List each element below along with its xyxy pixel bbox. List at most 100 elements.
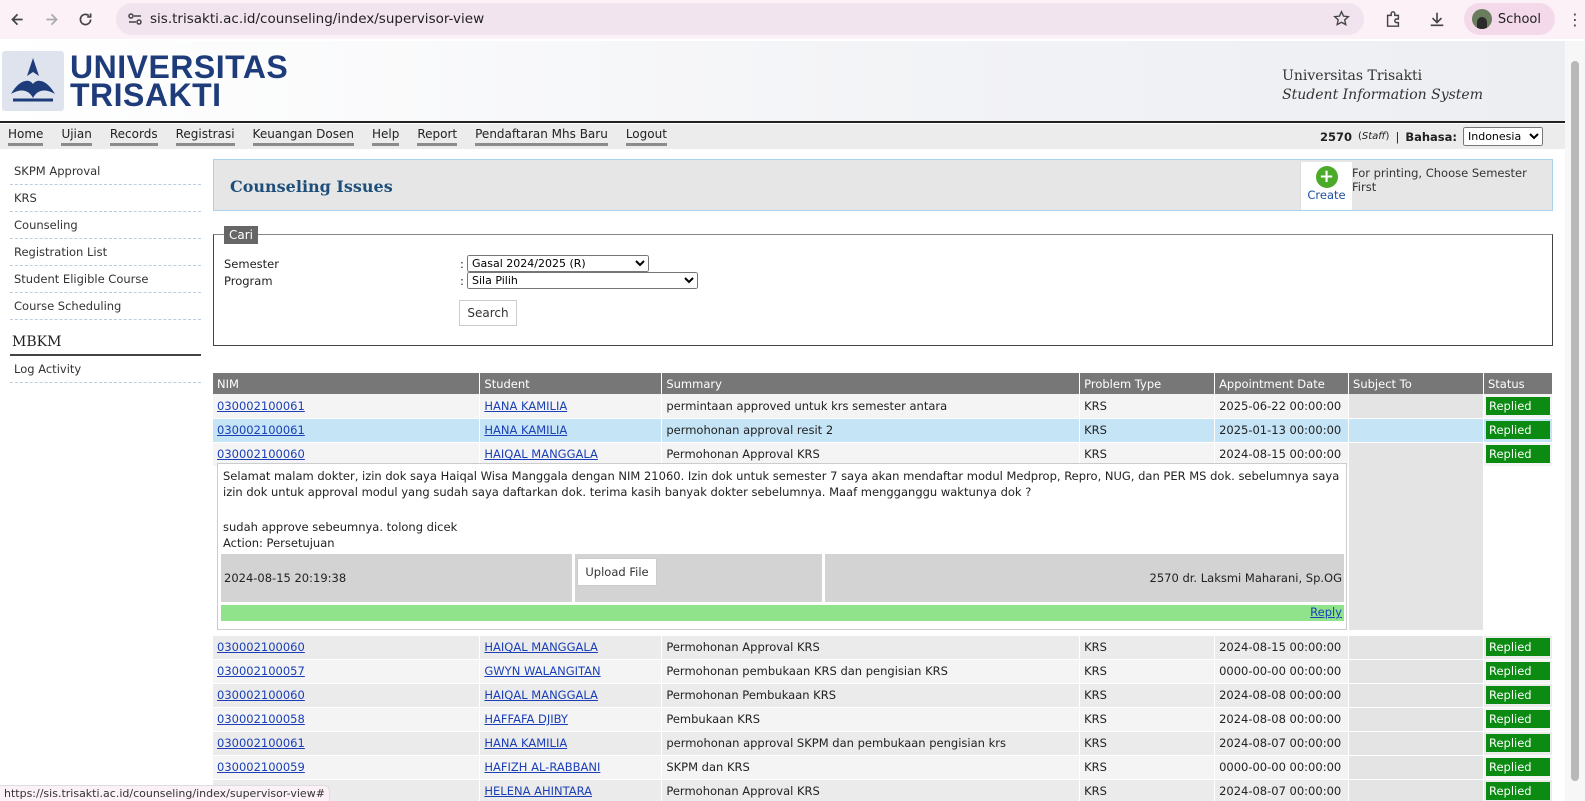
status-badge: Replied <box>1485 782 1550 800</box>
status-badge: Replied <box>1485 638 1550 656</box>
sidebar-item-krs[interactable]: KRS <box>10 185 201 212</box>
create-button[interactable]: + Create <box>1300 162 1352 210</box>
colon: : <box>460 257 464 271</box>
table-row[interactable]: 030002100061 HANA KAMILIA permohonan app… <box>213 731 1554 756</box>
print-note: For printing, Choose Semester First <box>1352 166 1527 194</box>
reply-timestamp: 2024-08-15 20:19:38 <box>224 571 347 585</box>
column-header-problem-type[interactable]: Problem Type <box>1079 373 1216 394</box>
search-legend: Cari <box>224 226 258 244</box>
sidebar-item-skpm-approval[interactable]: SKPM Approval <box>10 158 201 185</box>
forward-icon[interactable] <box>34 3 68 37</box>
column-header-appointment-date[interactable]: Appointment Date <box>1214 373 1350 394</box>
problem-type-cell: KRS <box>1079 635 1216 660</box>
student-link[interactable]: HAIQAL MANGGALA <box>484 447 598 461</box>
column-header-subject-to[interactable]: Subject To <box>1348 373 1484 394</box>
menu-item-help[interactable]: Help <box>371 127 400 146</box>
student-link[interactable]: HAIQAL MANGGALA <box>484 688 598 702</box>
subject-to-cell <box>1348 779 1484 801</box>
student-link[interactable]: HAFIZH AL-RABBANI <box>484 760 600 774</box>
student-link[interactable]: HANA KAMILIA <box>484 736 567 750</box>
column-header-nim[interactable]: NIM <box>213 373 481 394</box>
table-row[interactable]: 030002100061 HANA KAMILIA permintaan app… <box>213 394 1554 419</box>
logo-tri: TRI <box>70 77 124 113</box>
column-header-summary[interactable]: Summary <box>661 373 1081 394</box>
sidebar-item-course-scheduling[interactable]: Course Scheduling <box>10 293 201 320</box>
sidebar-item-log-activity[interactable]: Log Activity <box>10 356 201 383</box>
nim-link[interactable]: 030002100060 <box>217 447 305 461</box>
profile-button[interactable]: School <box>1463 3 1555 35</box>
problem-type-cell: KRS <box>1079 394 1216 419</box>
table-row[interactable]: 030002100058 HAFFAFA DJIBY Pembukaan KRS… <box>213 707 1554 732</box>
student-link[interactable]: HANA KAMILIA <box>484 399 567 413</box>
status-badge: Replied <box>1485 421 1550 439</box>
table-row[interactable]: 030002100059 HAFIZH AL-RABBANI SKPM dan … <box>213 755 1554 780</box>
search-button[interactable]: Search <box>459 300 517 326</box>
column-header-student[interactable]: Student <box>479 373 663 394</box>
menu-item-records[interactable]: Records <box>109 127 158 146</box>
reload-icon[interactable] <box>68 3 102 37</box>
table-row[interactable]: HELENA AHINTARA Permohonan Approval KRS … <box>213 779 1554 801</box>
nim-link[interactable]: 030002100061 <box>217 423 305 437</box>
program-select[interactable]: Sila Pilih <box>467 272 698 289</box>
extensions-icon[interactable] <box>1376 3 1410 35</box>
download-icon[interactable] <box>1420 3 1454 35</box>
menu-item-ujian[interactable]: Ujian <box>61 127 92 146</box>
nim-link[interactable]: 030002100061 <box>217 399 305 413</box>
back-icon[interactable] <box>0 3 34 37</box>
nim-link[interactable]: 030002100059 <box>217 760 305 774</box>
nim-link[interactable]: 030002100058 <box>217 712 305 726</box>
menu-item-report[interactable]: Report <box>417 127 458 146</box>
student-link[interactable]: HANA KAMILIA <box>484 423 567 437</box>
reply-bar: Reply <box>221 605 1344 621</box>
sidebar-item-student-eligible-course[interactable]: Student Eligible Course <box>10 266 201 293</box>
problem-type-cell: KRS <box>1079 707 1216 732</box>
university-logo[interactable]: UNIVERSITAS TRISAKTI <box>2 51 288 111</box>
table-row[interactable]: 030002100061 HANA KAMILIA permohonan app… <box>213 418 1554 443</box>
language-select[interactable]: Indonesia <box>1463 127 1543 146</box>
summary-cell: Permohonan Approval KRS <box>661 779 1081 801</box>
sidebar-item-registration-list[interactable]: Registration List <box>10 239 201 266</box>
table-row[interactable]: 030002100060 HAIQAL MANGGALA Permohonan … <box>213 683 1554 708</box>
nim-link[interactable]: 030002100060 <box>217 640 305 654</box>
reply-link[interactable]: Reply <box>1310 605 1342 619</box>
menu-item-logout[interactable]: Logout <box>625 127 667 146</box>
menu-item-registrasi[interactable]: Registrasi <box>175 127 235 146</box>
student-link[interactable]: HELENA AHINTARA <box>484 784 592 798</box>
table-row[interactable]: 030002100060 HAIQAL MANGGALA Permohonan … <box>213 635 1554 660</box>
upload-file-button[interactable]: Upload File <box>577 558 657 586</box>
page-scrollbar[interactable] <box>1565 41 1585 801</box>
appointment-date-cell: 2025-06-22 00:00:00 <box>1214 394 1350 419</box>
more-menu-icon[interactable]: ⋮ <box>1565 10 1585 29</box>
url-text[interactable]: sis.trisakti.ac.id/counseling/index/supe… <box>150 11 484 27</box>
subject-to-cell <box>1348 418 1484 443</box>
semester-select[interactable]: Gasal 2024/2025 (R) <box>467 255 649 272</box>
semester-row: Semester : Gasal 2024/2025 (R) <box>224 255 649 272</box>
bookmark-star-icon[interactable] <box>1333 10 1350 30</box>
table-row[interactable]: 030002100057 GWYN WALANGITAN Permohonan … <box>213 659 1554 684</box>
page-title: Counseling Issues <box>230 177 393 196</box>
address-bar[interactable]: sis.trisakti.ac.id/counseling/index/supe… <box>116 3 1364 35</box>
sidebar-item-counseling[interactable]: Counseling <box>10 212 201 239</box>
site-settings-icon[interactable] <box>120 11 150 27</box>
menu-item-pendaftaran-mhs-baru[interactable]: Pendaftaran Mhs Baru <box>475 127 608 146</box>
student-link[interactable]: HAFFAFA DJIBY <box>484 712 568 726</box>
subject-to-cell <box>1348 394 1484 419</box>
student-link[interactable]: GWYN WALANGITAN <box>484 664 600 678</box>
status-badge: Replied <box>1485 445 1550 463</box>
nim-link[interactable]: 030002100060 <box>217 688 305 702</box>
problem-type-cell: KRS <box>1079 659 1216 684</box>
scrollbar-thumb[interactable] <box>1571 61 1579 781</box>
nim-link[interactable]: 030002100061 <box>217 736 305 750</box>
university-emblem-icon <box>2 51 64 111</box>
user-role: Staff <box>1361 131 1386 142</box>
nim-link[interactable]: 030002100057 <box>217 664 305 678</box>
appointment-date-cell: 0000-00-00 00:00:00 <box>1214 659 1350 684</box>
summary-cell: permintaan approved untuk krs semester a… <box>661 394 1081 419</box>
menu-item-keuangan-dosen[interactable]: Keuangan Dosen <box>252 127 354 146</box>
appointment-date-cell: 2024-08-07 00:00:00 <box>1214 779 1350 801</box>
menu-item-home[interactable]: Home <box>8 127 44 146</box>
student-link[interactable]: HAIQAL MANGGALA <box>484 640 598 654</box>
column-header-status[interactable]: Status <box>1483 373 1554 394</box>
action-line: Action: Persetujuan <box>223 536 335 550</box>
subject-to-cell <box>1348 659 1484 684</box>
